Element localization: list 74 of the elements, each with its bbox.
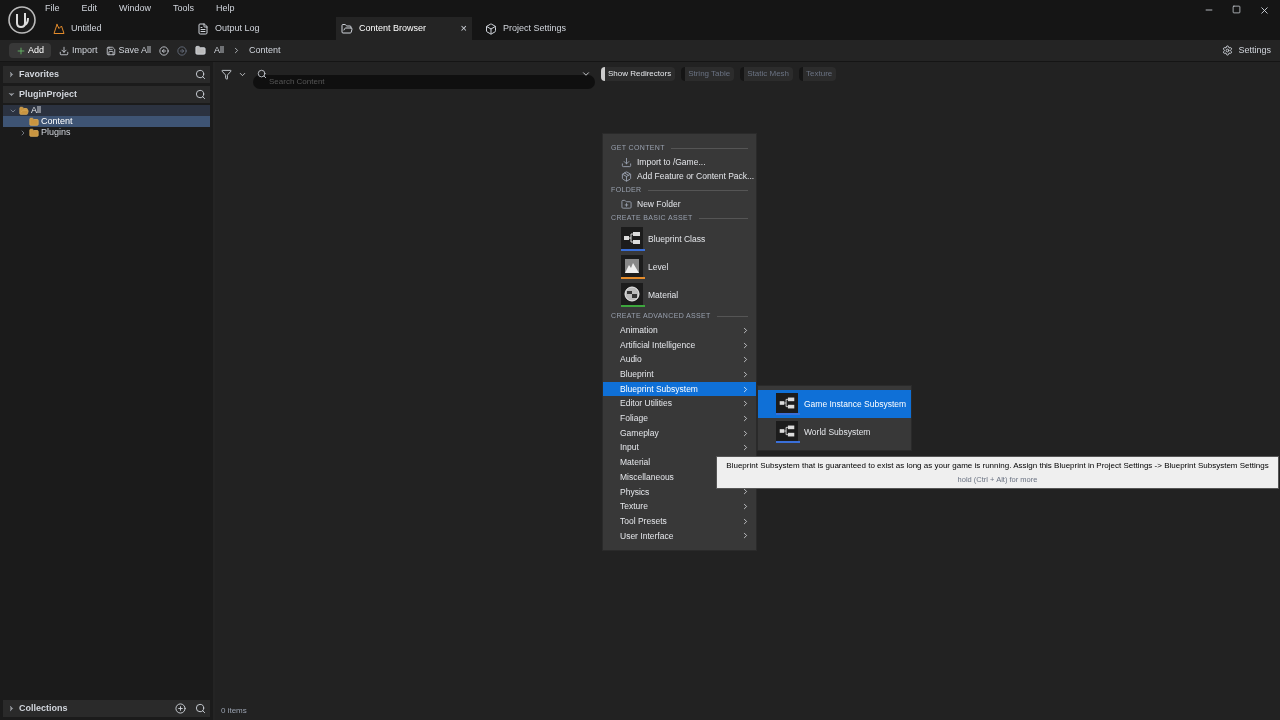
- menu-item[interactable]: World Subsystem: [758, 418, 911, 446]
- menu-item[interactable]: Import to /Game...: [603, 155, 756, 169]
- tree-item[interactable]: All: [3, 105, 210, 116]
- menu-item[interactable]: Physics: [603, 484, 756, 500]
- save-icon: [105, 45, 116, 56]
- menu-item[interactable]: Blueprint: [603, 367, 756, 382]
- tab[interactable]: Project Settings: [480, 17, 616, 40]
- menu-item[interactable]: Foliage: [603, 411, 756, 426]
- filter-chip[interactable]: Show Redirectors: [601, 67, 676, 81]
- log-icon: [197, 22, 209, 35]
- item-count: 0 items: [220, 705, 248, 717]
- package-icon: [621, 170, 632, 182]
- tab[interactable]: Untitled: [48, 17, 184, 40]
- menu-item[interactable]: Tool Presets: [603, 513, 756, 529]
- breadcrumb[interactable]: All: [214, 43, 225, 58]
- cube-icon: [485, 22, 497, 35]
- settings-icon: [1222, 45, 1234, 56]
- folder-icon: [29, 127, 39, 138]
- search-icon: [257, 69, 267, 79]
- menu-item[interactable]: New Folder: [603, 197, 756, 211]
- folder-icon: [195, 45, 207, 56]
- collapse-arrow-icon[interactable]: [7, 704, 16, 713]
- favorites-header[interactable]: Favorites: [3, 66, 210, 83]
- menu-item[interactable]: User Interface: [603, 528, 756, 544]
- tab[interactable]: Content Browser ×: [336, 17, 472, 40]
- tree-item[interactable]: Plugins: [3, 127, 210, 138]
- menu-item[interactable]: Audio: [603, 352, 756, 368]
- menu-item[interactable]: Texture: [603, 499, 756, 514]
- menu-item[interactable]: Window: [119, 1, 152, 16]
- menu-item[interactable]: Editor Utilities: [603, 396, 756, 412]
- menu-item[interactable]: Edit: [81, 1, 98, 16]
- collections-header[interactable]: Collections: [3, 700, 210, 717]
- settings-button[interactable]: Settings: [1222, 43, 1271, 58]
- search-icon[interactable]: [195, 703, 206, 714]
- folder-icon: [29, 116, 39, 127]
- back-icon[interactable]: [159, 45, 170, 56]
- menu-item[interactable]: Blueprint Class: [603, 225, 756, 253]
- add-button[interactable]: Add: [9, 43, 51, 58]
- tab[interactable]: Output Log: [192, 17, 328, 40]
- folder-icon: [621, 198, 632, 210]
- menu-item[interactable]: Add Feature or Content Pack...: [603, 169, 756, 183]
- level-icon: [53, 22, 65, 35]
- maximize-icon[interactable]: [1232, 5, 1241, 14]
- search-icon[interactable]: [195, 69, 206, 80]
- menu-item[interactable]: Game Instance Subsystem: [758, 390, 911, 418]
- logo-icon: [7, 5, 37, 35]
- menu-item[interactable]: Animation: [603, 323, 756, 338]
- collapse-arrow-icon[interactable]: [7, 70, 16, 79]
- import-icon: [621, 156, 632, 168]
- menu-item[interactable]: Help: [216, 1, 235, 16]
- import-button[interactable]: Import: [59, 43, 98, 58]
- plus-icon: [16, 45, 26, 56]
- folder-icon: [19, 105, 29, 116]
- project-header[interactable]: PluginProject: [3, 86, 210, 103]
- folder-icon: [341, 22, 353, 35]
- menu-item[interactable]: File: [45, 1, 60, 16]
- breadcrumb[interactable]: Content: [249, 43, 281, 58]
- menu-item[interactable]: Material: [603, 281, 756, 309]
- add-icon[interactable]: [175, 703, 186, 714]
- expand-arrow-icon[interactable]: [7, 90, 16, 99]
- menu-item[interactable]: Level: [603, 253, 756, 281]
- import-icon: [59, 45, 69, 56]
- menu-item[interactable]: Gameplay: [603, 425, 756, 441]
- filter-icon[interactable]: [221, 68, 232, 80]
- tree-item[interactable]: Content: [3, 116, 210, 127]
- menu-item[interactable]: Blueprint Subsystem: [603, 381, 756, 397]
- menu-item[interactable]: Artificial Intelligence: [603, 337, 756, 353]
- save-all-button[interactable]: Save All: [105, 43, 152, 58]
- search-icon[interactable]: [195, 89, 206, 100]
- tooltip-text: Blueprint Subsystem that is guaranteed to exist as long as your game is running. Assign this Blueprint in Project Settings -> Blueprint Subsystem Settings: [726, 460, 1269, 472]
- close-icon[interactable]: [1259, 5, 1270, 16]
- close-tab-button[interactable]: ×: [460, 20, 467, 37]
- menu-item[interactable]: Tools: [173, 1, 195, 16]
- menu-item[interactable]: Input: [603, 440, 756, 456]
